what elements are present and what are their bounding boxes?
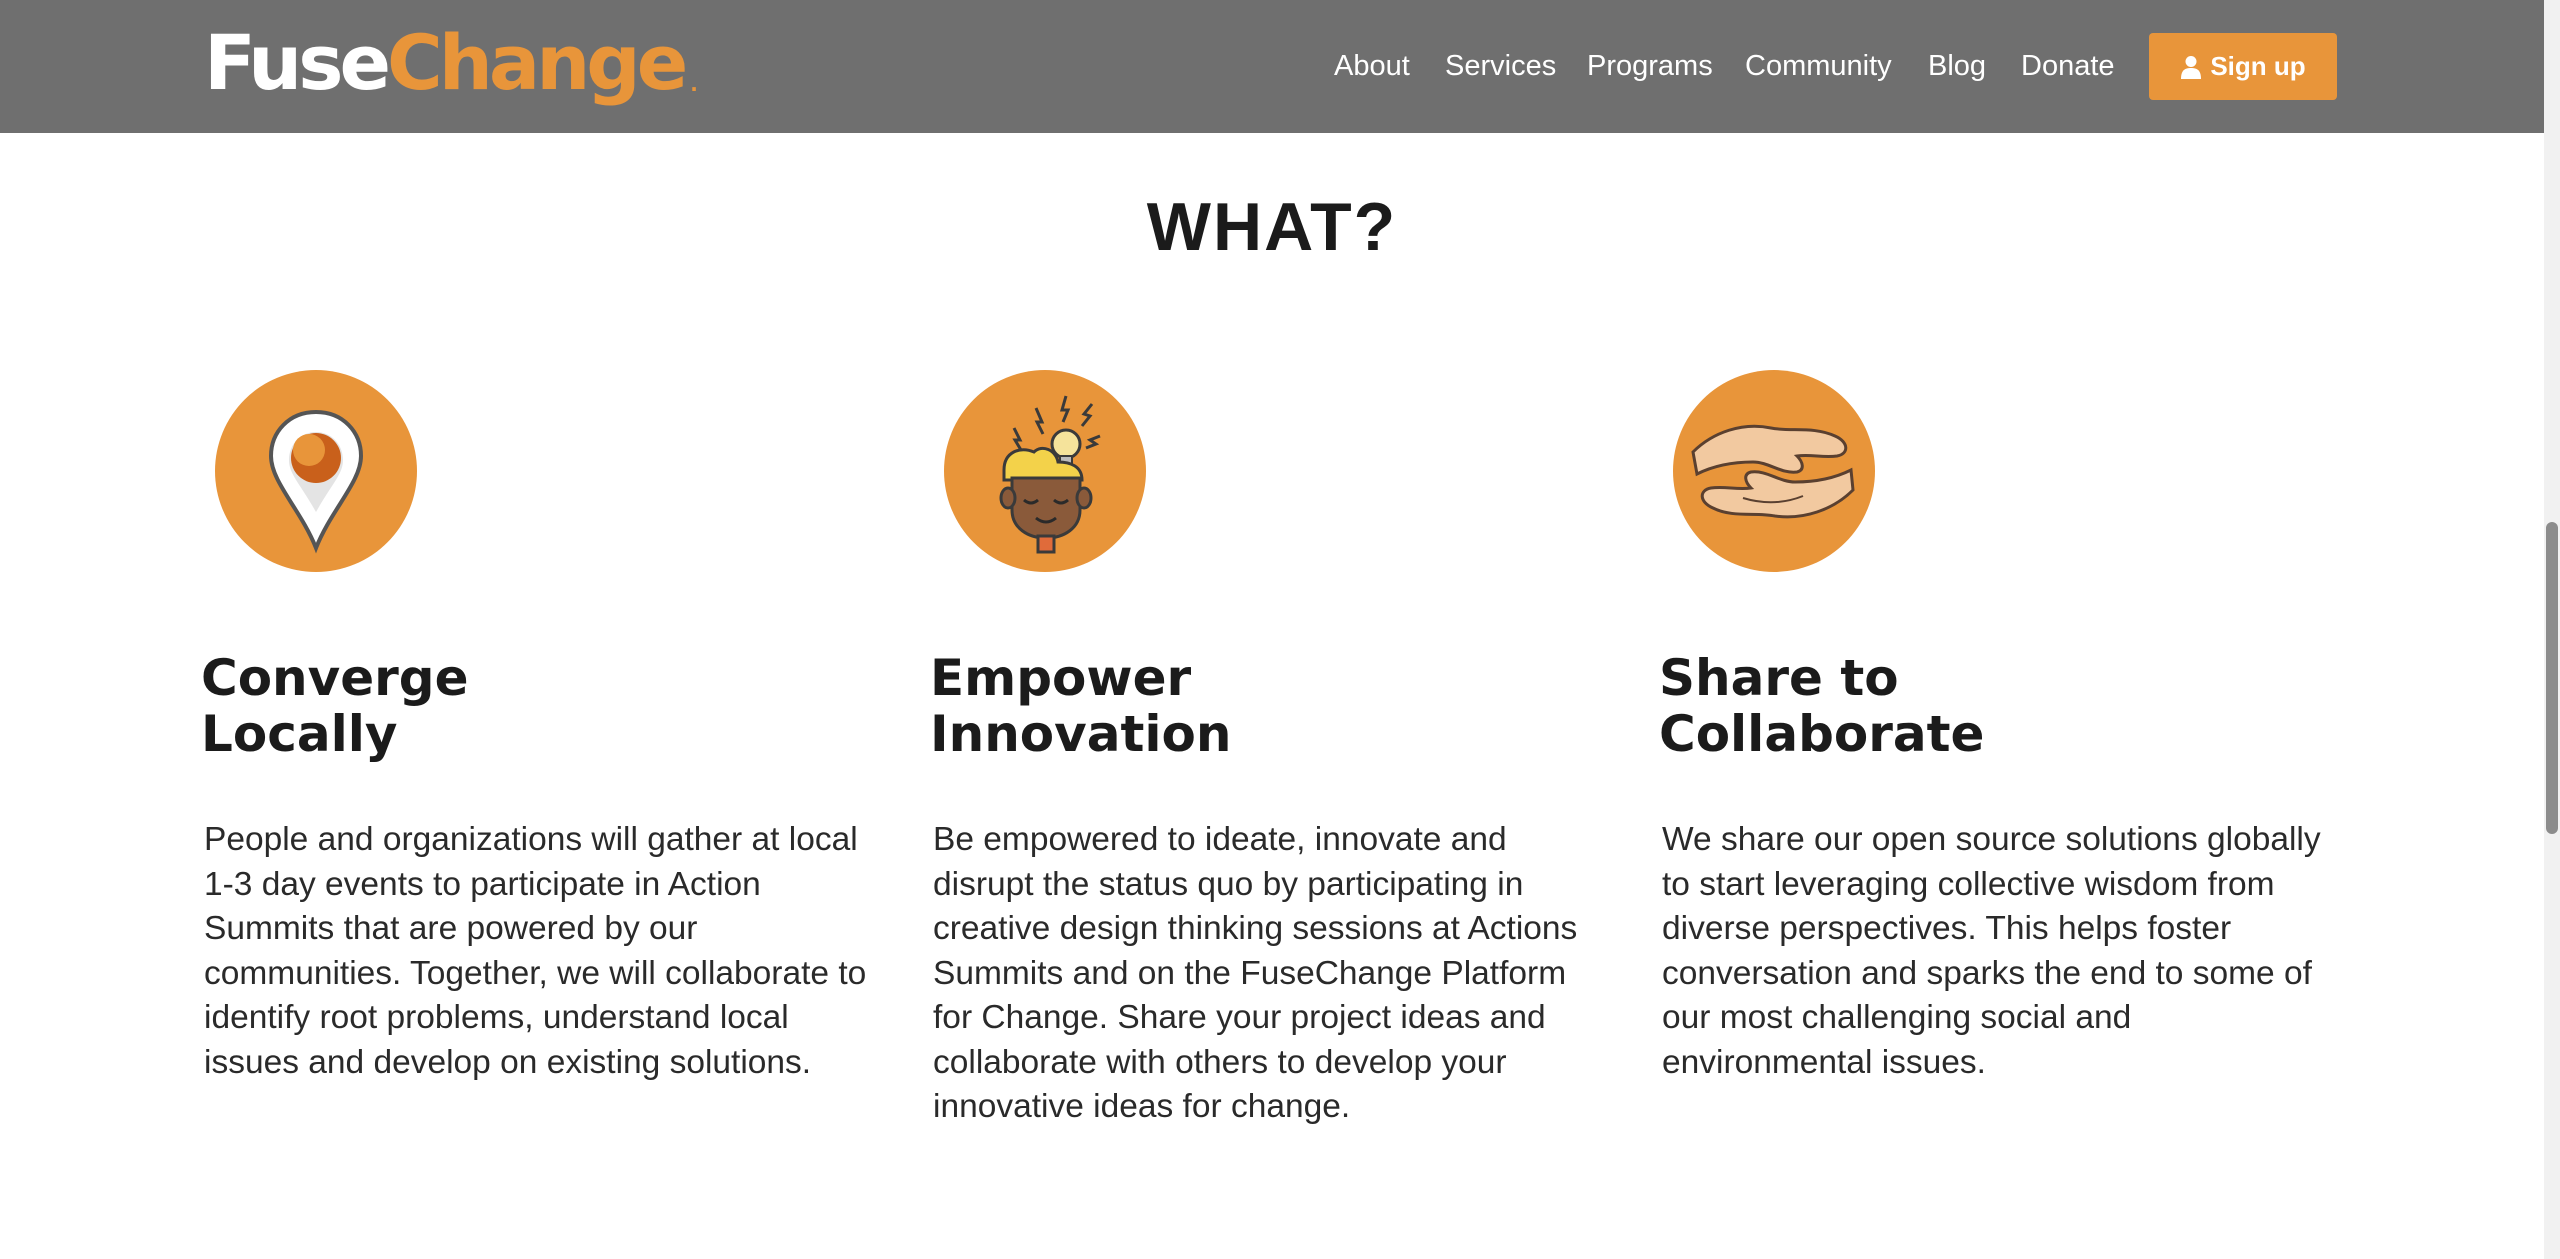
signup-button[interactable]: Sign up [2149,33,2337,100]
scrollbar-thumb[interactable] [2546,522,2558,834]
nav-about[interactable]: About [1334,38,1410,94]
fusechange-logo[interactable]: Fuse Change. [204,18,698,108]
nav-blog[interactable]: Blog [1928,38,1986,94]
column-description: We share our open source solutions globa… [1662,821,2321,1081]
column-title: Converge Locally [201,650,469,762]
column-description: Be empowered to ideate, innovate and dis… [933,821,1578,1125]
signup-label: Sign up [2210,51,2306,81]
column-title: Share to Collaborate [1659,650,1984,762]
cupped-hands-icon [1673,370,1875,572]
logo-mark: . [690,72,698,96]
column-title: Empower Innovation [930,650,1231,762]
nav-programs[interactable]: Programs [1587,38,1713,94]
column-title-line1: Share to [1659,649,1899,707]
column-title-line1: Empower [930,649,1192,707]
column-title-line2: Collaborate [1659,705,1985,763]
location-pin-icon [215,370,417,572]
nav-community[interactable]: Community [1745,38,1892,94]
idea-head-icon [944,370,1146,572]
column-title-line2: Innovation [930,705,1232,763]
logo-fuse-text: Fuse [204,18,391,107]
nav-services[interactable]: Services [1445,38,1556,94]
nav-donate[interactable]: Donate [2021,38,2115,94]
logo-change-text: Change [387,18,688,107]
section-title: WHAT? [1146,189,1398,265]
column-title-line2: Locally [201,705,398,763]
column-title-line1: Converge [201,649,469,707]
user-icon [2180,55,2202,79]
page-scrollbar[interactable] [2544,0,2560,1259]
column-description: People and organizations will gather at … [204,821,867,1081]
site-header: Fuse Change. About Services Programs Comm… [0,0,2544,133]
